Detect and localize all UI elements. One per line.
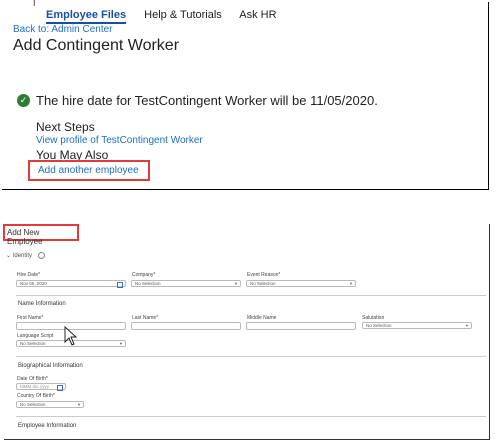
date-of-birth-input[interactable]: MMM dd, yyyy bbox=[16, 383, 66, 391]
text-cursor-icon: I bbox=[33, 0, 36, 8]
last-name-label: Last Name* bbox=[132, 315, 159, 321]
chevron-down-icon: ▼ bbox=[119, 341, 123, 346]
view-profile-link[interactable]: View profile of TestContingent Worker bbox=[36, 135, 203, 146]
tab-ask-hr[interactable]: Ask HR bbox=[239, 9, 276, 21]
calendar-icon[interactable] bbox=[117, 281, 123, 288]
company-value: No Selection bbox=[135, 281, 161, 286]
event-reason-select[interactable]: No Selection ▼ bbox=[246, 280, 356, 287]
divider bbox=[16, 356, 486, 357]
date-of-birth-placeholder: MMM dd, yyyy bbox=[20, 384, 50, 389]
hire-date-label: Hire Date* bbox=[17, 272, 41, 278]
salutation-value: No Selection bbox=[366, 323, 392, 328]
divider bbox=[16, 416, 486, 417]
page-title: Add Contingent Worker bbox=[13, 37, 180, 54]
biographical-information-heading: Biographical Information bbox=[18, 363, 83, 369]
tab-employee-files[interactable]: Employee Files bbox=[46, 9, 127, 24]
company-label: Company* bbox=[132, 272, 156, 278]
event-reason-value: No Selection bbox=[250, 281, 276, 286]
name-information-heading: Name Information bbox=[18, 301, 66, 307]
success-message: The hire date for TestContingent Worker … bbox=[36, 93, 378, 108]
info-icon bbox=[37, 252, 45, 259]
language-script-label: Language Script bbox=[17, 333, 54, 339]
middle-name-label: Middle Name bbox=[247, 315, 277, 321]
hire-date-field[interactable]: Nov 05, 2020 bbox=[16, 280, 126, 288]
middle-name-input[interactable] bbox=[246, 322, 356, 330]
mouse-pointer-icon bbox=[64, 326, 78, 346]
employee-information-heading: Employee Information bbox=[18, 423, 77, 429]
add-another-employee-link[interactable]: Add another employee bbox=[28, 160, 150, 181]
form-title: Add New Employee bbox=[3, 224, 79, 246]
divider bbox=[16, 295, 486, 296]
language-script-value: No Selection bbox=[20, 341, 46, 346]
identity-label: Identity bbox=[12, 253, 33, 260]
success-message-row: ✓ The hire date for TestContingent Worke… bbox=[17, 93, 378, 108]
identity-section[interactable]: ⌄ Identity bbox=[6, 252, 45, 259]
country-of-birth-value: No Selection bbox=[20, 402, 46, 407]
salutation-select[interactable]: No Selection ▼ bbox=[362, 322, 472, 329]
company-select[interactable]: No Selection ▼ bbox=[131, 280, 241, 287]
chevron-down-icon: ▼ bbox=[349, 281, 353, 286]
back-link[interactable]: Back to: Admin Center bbox=[13, 24, 113, 35]
chevron-down-icon: ▼ bbox=[465, 323, 469, 328]
country-of-birth-select[interactable]: No Selection ▼ bbox=[16, 401, 84, 408]
salutation-label: Salutation bbox=[362, 315, 385, 321]
hire-date-value: Nov 05, 2020 bbox=[20, 281, 47, 286]
tab-help-tutorials[interactable]: Help & Tutorials bbox=[144, 9, 222, 21]
chevron-down-icon: ▼ bbox=[77, 402, 81, 407]
next-steps-heading: Next Steps bbox=[36, 120, 95, 134]
country-of-birth-label: Country Of Birth* bbox=[17, 393, 55, 399]
first-name-label: First Name* bbox=[17, 315, 44, 321]
top-nav-tabs: Employee Files Help & Tutorials Ask HR bbox=[46, 9, 292, 24]
date-of-birth-label: Date Of Birth* bbox=[17, 376, 48, 382]
chevron-down-icon: ▼ bbox=[234, 281, 238, 286]
chevron-down-icon: ⌄ bbox=[6, 253, 12, 260]
last-name-input[interactable] bbox=[131, 322, 241, 330]
event-reason-label: Event Reason* bbox=[247, 272, 281, 278]
check-circle-icon: ✓ bbox=[17, 94, 30, 107]
calendar-icon[interactable] bbox=[57, 384, 63, 391]
